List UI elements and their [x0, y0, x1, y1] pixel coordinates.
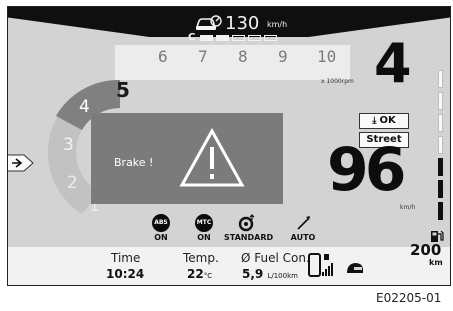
- fuel-number: 5,9: [242, 267, 264, 281]
- rpm-tick-current: 5: [116, 78, 130, 102]
- time-value: 10:24: [106, 267, 145, 281]
- abs-icon: ABS: [152, 214, 170, 232]
- temp-value: 22°C: [187, 267, 212, 281]
- range-value: 200: [410, 241, 442, 259]
- rpm-tick: 9: [278, 47, 288, 66]
- phone-connection-icon: [308, 253, 333, 277]
- temp-unit: °C: [203, 272, 213, 280]
- status-ok[interactable]: ⤓ OK: [359, 113, 409, 129]
- rpm-tick: 4: [79, 97, 90, 117]
- menu-arrow-icon[interactable]: [7, 152, 36, 174]
- fuel-level-segment: [438, 158, 443, 176]
- rpm-scale-strip: [115, 45, 350, 80]
- mtc-icon: MTC: [195, 214, 213, 232]
- speed-unit: km/h: [400, 204, 416, 211]
- status-ok-label: OK: [379, 115, 396, 126]
- mtc-indicator: MTC ON: [184, 214, 224, 242]
- rpm-tick: 10: [317, 47, 337, 66]
- rpm-tick: 2: [67, 173, 78, 193]
- suspension-icon: [297, 216, 310, 230]
- fuel-level-segment: [438, 70, 443, 88]
- rpm-tick: 7: [198, 47, 208, 66]
- cruise-speed-unit: km/h: [267, 20, 288, 29]
- figure-caption: E02205-01: [376, 291, 442, 305]
- temp-number: 22: [187, 267, 204, 281]
- fuel-level-segment: [438, 136, 443, 154]
- cruise-mode-label: C: [188, 32, 196, 43]
- engine-map-state: STANDARD: [224, 233, 274, 242]
- cruise-level-bars: [200, 35, 277, 41]
- fuel-level-segment: [438, 114, 443, 132]
- level-segment: [216, 35, 229, 41]
- engine-map-indicator: STANDARD: [224, 214, 274, 242]
- fuel-level-segment: [438, 202, 443, 220]
- abs-state: ON: [154, 233, 168, 242]
- suspension-indicator: AUTO: [283, 214, 323, 242]
- gear-indicator: 4: [374, 32, 412, 95]
- cruise-speed: 130: [225, 13, 260, 34]
- temp-label: Temp.: [183, 251, 219, 265]
- fuel-level-segment: [438, 92, 443, 110]
- info-bar: Time 10:24 Temp. 22°C Ø Fuel Con. 5,9 L/…: [8, 247, 450, 285]
- rpm-tick: 8: [238, 47, 248, 66]
- level-segment: [264, 35, 277, 41]
- fuel-consumption-value: 5,9 L/100km: [242, 267, 298, 281]
- engine-map-icon: [238, 214, 255, 232]
- rpm-tick: 3: [63, 135, 74, 155]
- fuel-level-segment: [438, 180, 443, 198]
- abs-indicator: ABS ON: [141, 214, 181, 242]
- dashboard-display: 130 km/h C 1 2 3 4 5 6 7 8 9 10 x 1000rp…: [7, 6, 451, 286]
- mtc-state: ON: [197, 233, 211, 242]
- helmet-icon: [347, 263, 363, 273]
- level-segment: [232, 35, 245, 41]
- brake-alert: Brake !: [91, 113, 283, 204]
- speed-value: 96: [327, 135, 406, 205]
- warning-icon: [179, 127, 245, 187]
- suspension-state: AUTO: [290, 233, 316, 242]
- rpm-tick: 6: [158, 47, 168, 66]
- cruise-control-icon: [195, 15, 222, 30]
- fuel-consumption-label: Ø Fuel Con.: [241, 251, 310, 265]
- rpm-unit: x 1000rpm: [321, 78, 354, 85]
- level-segment: [248, 35, 261, 41]
- fuel-unit: L/100km: [267, 272, 298, 280]
- range-unit: km: [429, 258, 443, 267]
- time-label: Time: [111, 251, 141, 265]
- level-segment: [200, 35, 213, 41]
- alert-text: Brake !: [114, 156, 154, 169]
